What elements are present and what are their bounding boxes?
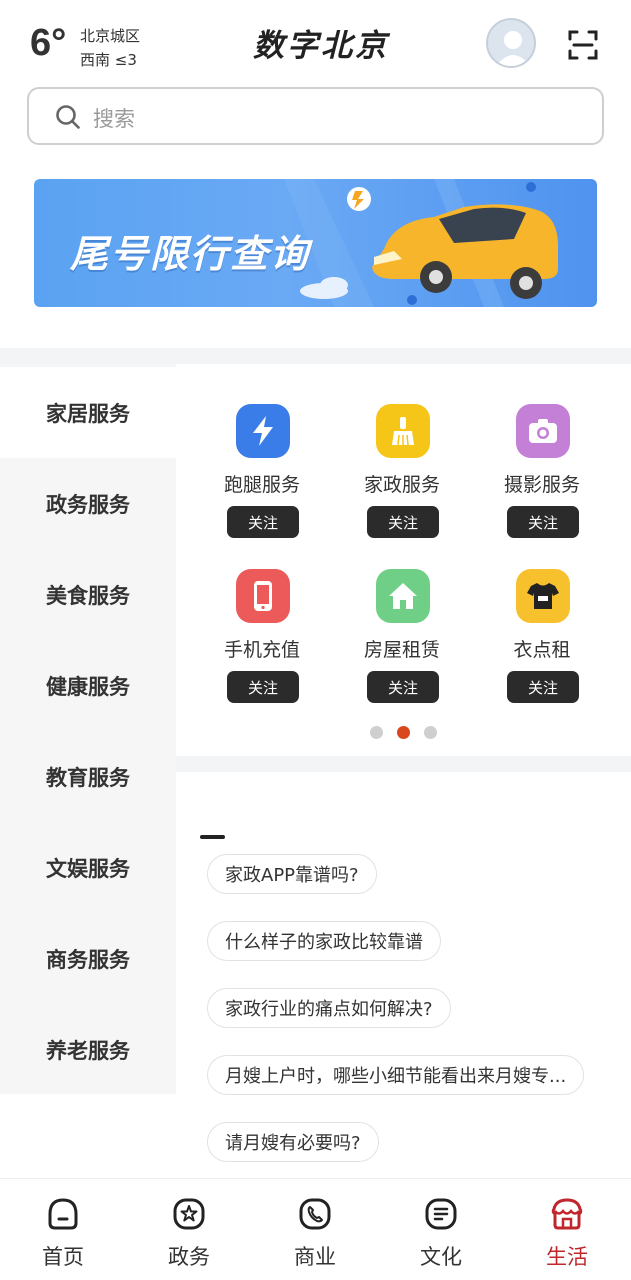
avatar[interactable] <box>486 18 536 68</box>
pager-dot-active[interactable] <box>397 726 410 739</box>
pager-dot[interactable] <box>370 726 383 739</box>
question-chip[interactable]: 月嫂上户时，哪些小细节能看出来月嫂专... <box>207 1055 585 1095</box>
nav-home[interactable]: 首页 <box>0 1179 126 1280</box>
category-government-services[interactable]: 政务服务 <box>0 458 176 549</box>
house-icon <box>376 569 430 623</box>
service-label: 手机充值 <box>223 639 300 661</box>
section-marker <box>200 835 225 839</box>
follow-button[interactable]: 关注 <box>507 671 579 703</box>
nav-business[interactable]: 商业 <box>252 1179 378 1280</box>
weather-location: 北京城区 西南 ≤3 <box>80 24 140 72</box>
service-label: 摄影服务 <box>503 474 580 496</box>
service-label: 房屋租赁 <box>363 639 440 661</box>
question-chip[interactable]: 请月嫂有必要吗? <box>207 1122 379 1162</box>
section-divider <box>0 348 631 364</box>
nav-label: 首页 <box>42 1245 84 1269</box>
follow-button[interactable]: 关注 <box>367 506 439 538</box>
question-chip[interactable]: 什么样子的家政比较靠谱 <box>207 921 441 961</box>
service-grid: 跑腿服务 关注 家政服务 关注 摄影服务 关注 手机充值 关注 房屋租赁 关注 … <box>176 364 631 756</box>
scan-icon <box>568 30 598 60</box>
category-health-services[interactable]: 健康服务 <box>0 640 176 731</box>
service-housekeeping[interactable]: 家政服务 关注 <box>332 404 472 554</box>
service-label: 家政服务 <box>363 474 440 496</box>
service-photography[interactable]: 摄影服务 关注 <box>472 404 612 554</box>
search-icon <box>56 105 80 129</box>
category-sidebar: 家居服务 政务服务 美食服务 健康服务 教育服务 文娱服务 商务服务 养老服务 <box>0 364 176 1094</box>
follow-button[interactable]: 关注 <box>367 671 439 703</box>
wind-text: 西南 ≤3 <box>80 51 137 69</box>
follow-button[interactable]: 关注 <box>227 506 299 538</box>
nav-government[interactable]: 政务 <box>126 1179 252 1280</box>
question-chip[interactable]: 家政行业的痛点如何解决? <box>207 988 451 1028</box>
scan-button[interactable] <box>566 28 600 62</box>
category-food-services[interactable]: 美食服务 <box>0 549 176 640</box>
nav-culture[interactable]: 文化 <box>378 1179 504 1280</box>
service-phone-recharge[interactable]: 手机充值 关注 <box>192 569 332 719</box>
life-icon <box>551 1198 583 1230</box>
category-entertainment-services[interactable]: 文娱服务 <box>0 822 176 913</box>
search-bar[interactable]: 搜索 <box>27 87 604 145</box>
culture-icon <box>425 1198 457 1230</box>
header: 6° 北京城区 西南 ≤3 数字北京 <box>0 0 631 84</box>
bottom-nav: 首页 政务 商业 文化 生活 <box>0 1178 631 1280</box>
service-label: 衣点租 <box>513 639 571 661</box>
follow-button[interactable]: 关注 <box>227 671 299 703</box>
section-divider <box>176 756 631 772</box>
phone-icon <box>236 569 290 623</box>
category-home-services[interactable]: 家居服务 <box>0 367 176 458</box>
lightning-icon <box>236 404 290 458</box>
location-text: 北京城区 <box>80 27 141 45</box>
tshirt-icon <box>516 569 570 623</box>
home-icon <box>48 1198 78 1230</box>
category-elderly-services[interactable]: 养老服务 <box>0 1004 176 1095</box>
category-education-services[interactable]: 教育服务 <box>0 731 176 822</box>
temperature: 6° <box>30 22 67 64</box>
follow-button[interactable]: 关注 <box>507 506 579 538</box>
service-errand[interactable]: 跑腿服务 关注 <box>192 404 332 554</box>
government-icon <box>173 1198 205 1230</box>
search-placeholder: 搜索 <box>93 107 135 131</box>
category-business-services[interactable]: 商务服务 <box>0 913 176 1004</box>
user-icon <box>496 31 530 66</box>
service-house-rental[interactable]: 房屋租赁 关注 <box>332 569 472 719</box>
app-logo: 数字北京 <box>253 28 389 64</box>
nav-life[interactable]: 生活 <box>504 1179 630 1280</box>
service-label: 跑腿服务 <box>223 474 300 496</box>
pager-dot[interactable] <box>424 726 437 739</box>
broom-icon <box>376 404 430 458</box>
question-chip[interactable]: 家政APP靠谱吗? <box>207 854 377 894</box>
business-icon <box>299 1198 331 1230</box>
nav-label: 政务 <box>168 1245 210 1269</box>
camera-icon <box>516 404 570 458</box>
plate-restriction-banner[interactable]: 尾号限行查询 <box>34 179 597 307</box>
nav-label: 生活 <box>546 1245 588 1269</box>
nav-label: 文化 <box>420 1245 462 1269</box>
banner-title: 尾号限行查询 <box>70 232 311 276</box>
nav-label: 商业 <box>294 1245 336 1269</box>
service-clothing-rental[interactable]: 衣点租 关注 <box>472 569 612 719</box>
